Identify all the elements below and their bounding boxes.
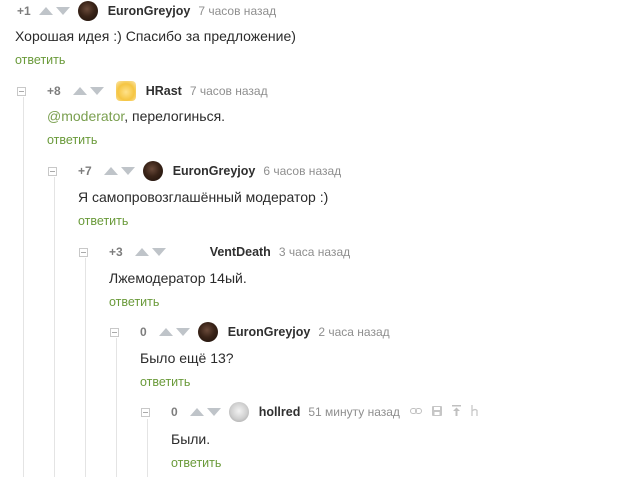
link-icon[interactable] xyxy=(409,407,422,418)
comment-text: Я самопровозглашённый модератор :) xyxy=(78,189,329,205)
comment-rating: +7 xyxy=(78,164,92,178)
avatar[interactable] xyxy=(142,161,163,181)
avatar[interactable] xyxy=(197,322,218,342)
comment-rating: 0 xyxy=(140,325,147,339)
comment-rating: +8 xyxy=(47,84,61,98)
comment: +3 VentDeath 3 часа назад Лжемодератор 1… xyxy=(0,241,642,313)
comment-author[interactable]: EuronGreyjoy xyxy=(228,325,311,339)
comment-time[interactable]: 7 часов назад xyxy=(190,84,268,98)
comment-time[interactable]: 7 часов назад xyxy=(198,4,276,18)
upvote-arrow-icon[interactable] xyxy=(72,87,87,95)
go-to-parent-icon[interactable] xyxy=(451,405,461,419)
downvote-arrow-icon[interactable] xyxy=(151,248,166,256)
comment-rating: +3 xyxy=(109,245,123,259)
comment-time[interactable]: 2 часа назад xyxy=(318,325,389,339)
upvote-arrow-icon[interactable] xyxy=(103,167,118,175)
comment: 0 hollred 51 минуту назад Были. ответить xyxy=(0,401,642,477)
comment-time[interactable]: 3 часа назад xyxy=(279,245,350,259)
downvote-arrow-icon[interactable] xyxy=(55,7,70,15)
reply-link[interactable]: ответить xyxy=(109,295,159,309)
comment-time[interactable]: 51 минуту назад xyxy=(308,405,400,419)
comment-text-rest: , перелогинься. xyxy=(124,108,226,124)
comment-author[interactable]: EuronGreyjoy xyxy=(173,164,256,178)
user-mention-link[interactable]: @moderator xyxy=(47,108,124,124)
comment-author[interactable]: HRast xyxy=(146,84,182,98)
reply-link[interactable]: ответить xyxy=(78,214,128,228)
comment-text: Было ещё 13? xyxy=(140,350,234,366)
save-icon[interactable] xyxy=(431,405,442,419)
reply-link[interactable]: ответить xyxy=(140,375,190,389)
comment: +1 EuronGreyjoy 7 часов назад Хорошая ид… xyxy=(0,0,642,72)
h-icon[interactable] xyxy=(471,405,479,419)
upvote-arrow-icon[interactable] xyxy=(158,328,173,336)
avatar[interactable] xyxy=(228,402,249,422)
upvote-arrow-icon[interactable] xyxy=(134,248,149,256)
reply-link[interactable]: ответить xyxy=(171,456,221,470)
comment-rating: 0 xyxy=(171,405,178,419)
downvote-arrow-icon[interactable] xyxy=(206,408,221,416)
avatar[interactable] xyxy=(77,1,98,21)
comment-author[interactable]: EuronGreyjoy xyxy=(108,4,191,18)
comment: 0 EuronGreyjoy 2 часа назад Было ещё 13?… xyxy=(0,321,642,393)
comment: +7 EuronGreyjoy 6 часов назад Я самопров… xyxy=(0,160,642,232)
upvote-arrow-icon[interactable] xyxy=(189,408,204,416)
comment-author[interactable]: VentDeath xyxy=(210,245,271,259)
downvote-arrow-icon[interactable] xyxy=(120,167,135,175)
comment: +8 HRast 7 часов назад @moderator, перел… xyxy=(0,80,642,152)
comment-text: Лжемодератор 14ый. xyxy=(109,270,247,286)
reply-link[interactable]: ответить xyxy=(15,53,65,67)
comment-text: Были. xyxy=(171,431,211,447)
comment-text: @moderator, перелогинься. xyxy=(47,108,225,124)
comment-text: Хорошая идея :) Спасибо за предложение) xyxy=(15,28,296,44)
comment-time[interactable]: 6 часов назад xyxy=(263,164,341,178)
downvote-arrow-icon[interactable] xyxy=(175,328,190,336)
comment-tools xyxy=(409,405,479,419)
comment-rating: +1 xyxy=(17,4,31,18)
upvote-arrow-icon[interactable] xyxy=(38,7,53,15)
avatar[interactable] xyxy=(115,81,136,101)
comment-author[interactable]: hollred xyxy=(259,405,301,419)
downvote-arrow-icon[interactable] xyxy=(89,87,104,95)
reply-link[interactable]: ответить xyxy=(47,133,97,147)
